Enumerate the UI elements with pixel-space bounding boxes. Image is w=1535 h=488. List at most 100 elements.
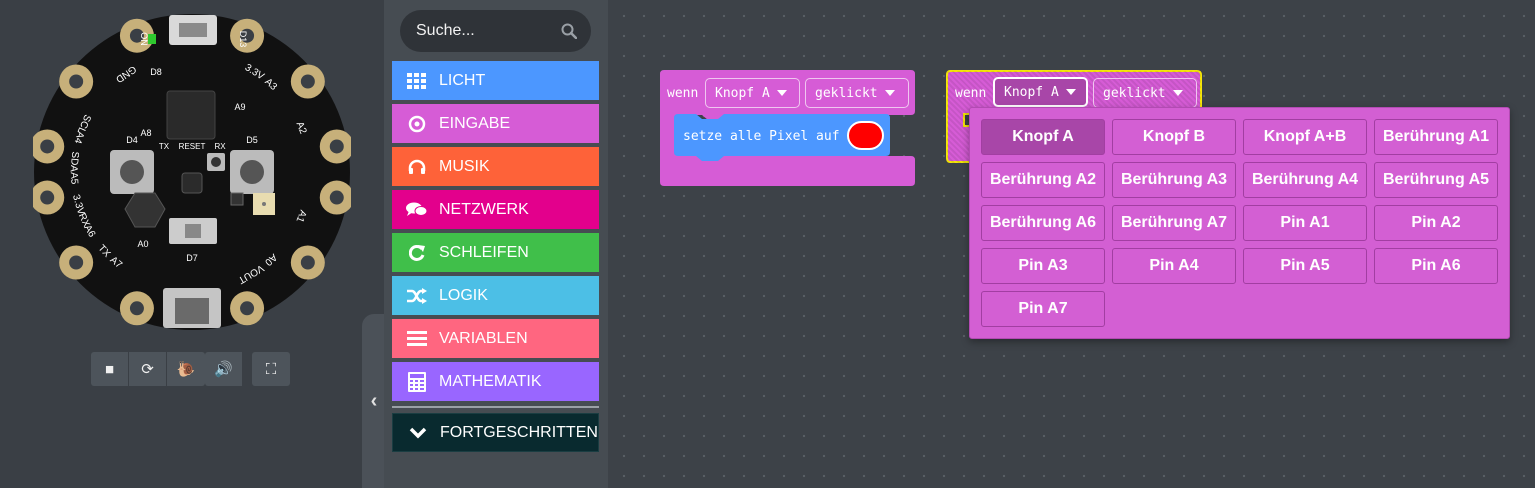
target-icon xyxy=(402,115,432,133)
chevron-left-icon: ‹ xyxy=(370,389,378,412)
label-tx-small: TX xyxy=(159,142,170,151)
menu-option[interactable]: Knopf B xyxy=(1112,119,1236,155)
accelerometer-chip xyxy=(181,172,203,194)
category-mathematik[interactable]: MATHEMATIK xyxy=(392,362,599,401)
list-icon xyxy=(402,330,432,347)
simulator-panel: GND SCL A4 SDA A5 3.3V RX A6 TX A7 3.3V A3 A2 A1 A0 VOU… xyxy=(0,0,384,488)
pin-hole xyxy=(69,255,84,270)
category-musik[interactable]: MUSIK xyxy=(392,147,599,186)
slowmo-button[interactable]: 🐌 xyxy=(167,352,205,386)
label-d7: D7 xyxy=(186,253,198,263)
menu-option[interactable]: Berührung A3 xyxy=(1112,162,1236,198)
category-licht[interactable]: LICHT xyxy=(392,61,599,100)
restart-icon: ⟳ xyxy=(141,361,154,378)
headphones-icon xyxy=(402,159,432,175)
toolbox: Suche... LICHT EINGABE MUSIK NETZWERK SCHLEI… xyxy=(384,0,608,488)
menu-option[interactable]: Berührung A4 xyxy=(1243,162,1367,198)
label-on: ON xyxy=(139,32,149,46)
category-logik[interactable]: LOGIK xyxy=(392,276,599,315)
menu-option[interactable]: Pin A1 xyxy=(1243,205,1367,241)
block2-event-value: geklickt xyxy=(1103,85,1166,101)
mute-button[interactable]: 🔊 xyxy=(205,352,243,386)
category-label: EINGABE xyxy=(439,114,511,132)
label-reset: RESET xyxy=(179,142,206,151)
menu-option[interactable]: Berührung A7 xyxy=(1112,205,1236,241)
pin-hole xyxy=(40,139,55,154)
menu-option[interactable]: Pin A3 xyxy=(981,248,1105,284)
search-input[interactable]: Suche... xyxy=(400,10,591,52)
sound-icon: 🔊 xyxy=(214,361,233,378)
fullscreen-icon: ⛶ xyxy=(265,360,277,378)
pin-hole xyxy=(300,74,315,89)
menu-option[interactable]: Pin A2 xyxy=(1374,205,1498,241)
pin-hole xyxy=(329,190,344,205)
label-a9: A9 xyxy=(234,102,245,112)
block1-event-dropdown[interactable]: geklickt xyxy=(805,78,909,108)
category-label: VARIABLEN xyxy=(439,329,528,347)
usb-port-slot xyxy=(179,23,207,37)
block2-button-dropdown[interactable]: Knopf A xyxy=(993,77,1088,107)
label-d4: D4 xyxy=(126,135,138,145)
menu-option[interactable]: Berührung A1 xyxy=(1374,119,1498,155)
category-eingabe[interactable]: EINGABE xyxy=(392,104,599,143)
pin-hole xyxy=(329,139,344,154)
pin-hole xyxy=(240,301,255,316)
fullscreen-button[interactable]: ⛶ xyxy=(252,352,290,386)
collapse-simulator-button[interactable]: ‹ xyxy=(362,314,386,488)
chevron-down-icon xyxy=(403,427,433,439)
chevron-down-icon xyxy=(776,90,787,96)
category-variablen[interactable]: VARIABLEN xyxy=(392,319,599,358)
button-b-cap[interactable] xyxy=(240,160,264,184)
pin-hole xyxy=(300,255,315,270)
slide-switch-knob[interactable] xyxy=(185,224,201,238)
label-d8: D8 xyxy=(150,67,162,77)
pin-hole xyxy=(40,190,55,205)
block1-event-value: geklickt xyxy=(815,85,878,101)
button-dropdown-menu: Knopf A Knopf B Knopf A+B Berührung A1 Berüh… xyxy=(969,107,1510,339)
pin-hole xyxy=(69,74,84,89)
category-schleifen[interactable]: SCHLEIFEN xyxy=(392,233,599,272)
menu-option[interactable]: Pin A7 xyxy=(981,291,1105,327)
restart-button[interactable]: ⟳ xyxy=(129,352,167,386)
category-advanced[interactable]: FORTGESCHRITTEN xyxy=(392,413,599,452)
category-label: LICHT xyxy=(439,71,486,89)
label-a0-speaker: A0 xyxy=(137,239,148,249)
category-label: SCHLEIFEN xyxy=(439,243,529,261)
reset-button-cap[interactable] xyxy=(211,157,221,167)
board-body xyxy=(34,14,350,330)
circuit-playground-board[interactable]: GNDSCLA4SDAA53.3VRXA6TXA73.3VA3A2A1A0VOU… xyxy=(33,13,351,331)
chat-icon xyxy=(402,202,432,218)
simulator-toolbar: ■ ⟳ 🐌 🔊 ⛶ xyxy=(91,352,290,386)
block1-when-label: wenn xyxy=(667,86,699,101)
block1-button-value: Knopf A xyxy=(715,85,770,101)
block1-button-dropdown[interactable]: Knopf A xyxy=(705,78,800,108)
pin-hole xyxy=(129,301,144,316)
shuffle-icon xyxy=(402,287,432,304)
block2-event-dropdown[interactable]: geklickt xyxy=(1093,78,1197,108)
slowmo-icon: 🐌 xyxy=(176,361,196,378)
menu-option[interactable]: Pin A4 xyxy=(1112,248,1236,284)
label-sda: SDA xyxy=(68,151,81,173)
chevron-down-icon xyxy=(1172,90,1183,96)
menu-option[interactable]: Pin A5 xyxy=(1243,248,1367,284)
stop-button[interactable]: ■ xyxy=(91,352,129,386)
refresh-icon xyxy=(402,244,432,262)
search-icon xyxy=(561,23,577,39)
menu-option[interactable]: Knopf A xyxy=(981,119,1105,155)
category-label: LOGIK xyxy=(439,286,488,304)
button-a-cap[interactable] xyxy=(120,160,144,184)
category-netzwerk[interactable]: NETZWERK xyxy=(392,190,599,229)
menu-option[interactable]: Knopf A+B xyxy=(1243,119,1367,155)
chevron-down-icon xyxy=(884,90,895,96)
category-label: MUSIK xyxy=(439,157,490,175)
processor-chip xyxy=(166,90,216,140)
pixel-color-picker[interactable] xyxy=(847,121,884,150)
menu-option[interactable]: Pin A6 xyxy=(1374,248,1498,284)
menu-option[interactable]: Berührung A2 xyxy=(981,162,1105,198)
label-d13: D13 xyxy=(238,31,248,48)
menu-option[interactable]: Berührung A5 xyxy=(1374,162,1498,198)
category-label: FORTGESCHRITTEN xyxy=(440,423,598,441)
menu-option[interactable]: Berührung A6 xyxy=(981,205,1105,241)
category-divider xyxy=(392,406,599,408)
block2-when-label: wenn xyxy=(955,86,987,101)
